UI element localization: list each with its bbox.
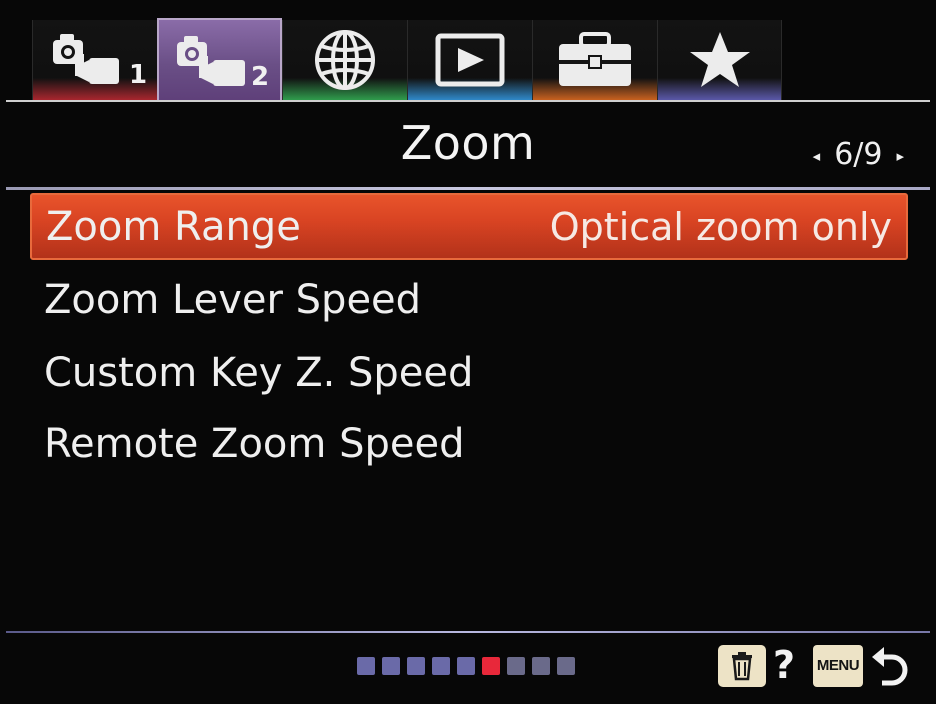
- menu-item-label: Custom Key Z. Speed: [44, 350, 474, 396]
- page-dot: [357, 657, 375, 675]
- tab-camera-settings-1[interactable]: 1: [32, 20, 157, 100]
- help-icon[interactable]: ?: [773, 643, 795, 687]
- tab-setup[interactable]: [532, 20, 657, 100]
- page-indicator: ◂ 6/9 ▸: [799, 137, 918, 172]
- prev-page-arrow-icon[interactable]: ◂: [813, 147, 821, 165]
- page-dot: [457, 657, 475, 675]
- menu-item-label: Remote Zoom Speed: [44, 421, 465, 467]
- page-title: Zoom: [400, 116, 536, 170]
- page-dot: [532, 657, 550, 675]
- menu-button[interactable]: MENU: [813, 645, 863, 687]
- menu-item-remote-zoom-speed[interactable]: Remote Zoom Speed: [44, 412, 896, 476]
- tab-camera-settings-2[interactable]: 2: [157, 18, 282, 102]
- page-dot: [407, 657, 425, 675]
- tab-number: 2: [251, 62, 270, 92]
- tab-number: 1: [129, 60, 148, 90]
- menu-item-custom-key-zoom-speed[interactable]: Custom Key Z. Speed: [44, 341, 896, 405]
- footer-divider: [6, 631, 930, 633]
- menu-item-label: Zoom Range: [46, 204, 301, 250]
- page-dots: [357, 657, 575, 675]
- header-divider: [6, 187, 930, 190]
- toolbox-icon: [559, 32, 631, 86]
- globe-icon: [315, 30, 375, 90]
- menu-item-zoom-lever-speed[interactable]: Zoom Lever Speed: [44, 268, 896, 332]
- playback-icon: [435, 33, 505, 87]
- tab-playback[interactable]: [407, 20, 532, 100]
- star-icon: [690, 32, 750, 87]
- trash-icon[interactable]: [718, 645, 766, 687]
- page-dot: [557, 657, 575, 675]
- next-page-arrow-icon[interactable]: ▸: [896, 147, 904, 165]
- page-dot: [382, 657, 400, 675]
- menu-tab-bar: 1 2: [0, 0, 936, 104]
- page-dot: [507, 657, 525, 675]
- menu-item-label: Zoom Lever Speed: [44, 277, 422, 323]
- tab-bar-divider: [6, 100, 930, 102]
- tab-network[interactable]: [282, 20, 407, 100]
- page-dot-current: [482, 657, 500, 675]
- back-arrow-icon[interactable]: [868, 641, 912, 693]
- page-dot: [432, 657, 450, 675]
- page-number: 6/9: [834, 137, 883, 172]
- menu-item-value: Optical zoom only: [549, 205, 892, 249]
- tab-my-menu[interactable]: [657, 20, 782, 100]
- menu-item-zoom-range[interactable]: Zoom Range Optical zoom only: [30, 193, 908, 260]
